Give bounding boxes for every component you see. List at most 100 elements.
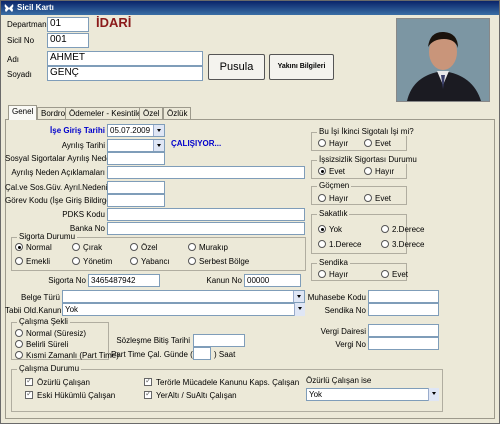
part-time-hours-input[interactable]	[193, 347, 211, 360]
departman-label: Departman	[7, 20, 47, 29]
sicil-no-input[interactable]: 001	[47, 33, 89, 48]
sakatlik-yok-radio[interactable]	[318, 225, 326, 233]
ise-giris-date-input[interactable]: 05.07.2009	[107, 124, 165, 137]
sigorta-normal-text: Normal	[26, 243, 52, 252]
sendika-legend: Sendika	[317, 258, 350, 267]
sigorta-no-label: Sigorta No	[48, 276, 86, 285]
gocmen-evet-radio[interactable]	[364, 194, 372, 202]
vergi-no-input[interactable]	[368, 337, 439, 350]
issizlik-evet-radio[interactable]	[318, 167, 326, 175]
sigorta-murakip-radio[interactable]	[188, 243, 196, 251]
issizlik-hayir-radio[interactable]	[364, 167, 372, 175]
sigorta-yonetim-text: Yönetim	[83, 257, 113, 266]
issizlik-legend: İşsizsizlik Sigortası Durumu	[317, 155, 419, 164]
sakatlik-1derece-radio[interactable]	[318, 240, 326, 248]
tab-odemeler-kesintiler[interactable]: Ödemeler - Kesintiler	[65, 107, 149, 119]
window-title: Sicil Kartı	[17, 3, 54, 12]
gocmen-legend: Göçmen	[317, 181, 352, 190]
vergi-dairesi-input[interactable]	[368, 324, 439, 337]
gorev-kodu-label: Görev Kodu (İşe Giriş Bildirge.)	[5, 196, 116, 205]
sigorta-ozel-radio[interactable]	[130, 243, 138, 251]
muhasebe-kodu-input[interactable]	[368, 290, 439, 303]
calisma-normal-radio[interactable]	[15, 329, 23, 337]
ayrilis-date-input[interactable]	[107, 139, 165, 152]
ozurlu-ise-dropdown-icon[interactable]	[428, 388, 439, 401]
pdks-kodu-input[interactable]	[107, 208, 305, 221]
tab-ozluk[interactable]: Özlük	[163, 107, 192, 119]
sakatlik-yok-text: Yok	[329, 225, 343, 234]
sigorta-yabanci-radio[interactable]	[130, 257, 138, 265]
sozlesme-bitis-label: Sözleşme Bitiş Tarihi	[116, 336, 190, 345]
muhasebe-kodu-label: Muhasebe Kodu	[307, 293, 366, 302]
calisma-belirli-text: Belirli Süreli	[26, 340, 69, 349]
calisma-kismi-radio[interactable]	[15, 351, 23, 359]
sigorta-ozel-text: Özel	[141, 243, 158, 252]
ikinci-hayir-radio[interactable]	[318, 139, 326, 147]
sakatlik-2derece-text: 2.Derece	[392, 225, 425, 234]
sigorta-yonetim-radio[interactable]	[72, 257, 80, 265]
teror-text: Terörle Mücadele Kanunu Kaps. Çalışan	[156, 378, 300, 387]
sakatlik-3derece-radio[interactable]	[381, 240, 389, 248]
sigorta-serbest-bolge-text: Serbest Bölge	[199, 257, 250, 266]
sendika-no-input[interactable]	[368, 303, 439, 316]
eski-hukumlu-checkbox[interactable]	[25, 389, 33, 399]
gocmen-hayir-radio[interactable]	[318, 194, 326, 202]
ayrilis-aciklama-input[interactable]	[107, 166, 305, 179]
sigorta-durumu-legend: Sigorta Durumu	[17, 232, 78, 241]
ayrilis-nedeni-label: Sosyal Sigortalar Ayrılış Nedeni	[5, 154, 117, 163]
ozurlu-ise-combo[interactable]: Yok	[306, 388, 439, 401]
ayrilis-tarihi-label: Ayrılış Tarihi	[61, 141, 105, 150]
sigorta-murakip-text: Murakıp	[199, 243, 228, 252]
calisma-belirli-radio[interactable]	[15, 340, 23, 348]
sigorta-no-input[interactable]: 3465487942	[88, 274, 160, 287]
sigorta-yabanci-text: Yabancı	[141, 257, 170, 266]
sigorta-emekli-radio[interactable]	[15, 257, 23, 265]
yeralti-checkbox[interactable]	[144, 389, 152, 399]
sozlesme-bitis-input[interactable]	[193, 334, 245, 347]
calisma-durumu-legend: Çalışma Durumu	[17, 364, 82, 373]
yeralti-text: YerAltı / SuAltı Çalışan	[156, 391, 237, 400]
adi-input[interactable]: AHMET	[47, 51, 203, 66]
belge-turu-combo[interactable]	[62, 290, 305, 303]
sendika-evet-radio[interactable]	[381, 270, 389, 278]
pusula-button[interactable]: Pusula	[208, 54, 265, 80]
person-photo-icon	[397, 19, 489, 101]
cal-sos-label: Çal.ve Sos.Güv. Ayrıl.Nedeni	[5, 183, 108, 192]
pdks-kodu-label: PDKS Kodu	[62, 210, 105, 219]
teror-checkbox[interactable]	[144, 376, 152, 386]
vergi-dairesi-label: Vergi Dairesi	[320, 327, 366, 336]
tab-genel[interactable]: Genel	[8, 105, 38, 120]
sakatlik-2derece-radio[interactable]	[381, 225, 389, 233]
sakatlik-legend: Sakatlık	[317, 209, 350, 218]
sendika-evet-text: Evet	[392, 270, 409, 279]
issizlik-hayir-text: Hayır	[375, 167, 395, 176]
ikinci-sigorta-legend: Bu İşi İkinci Sigotalı İşi mi?	[317, 127, 416, 136]
banka-no-input[interactable]	[107, 222, 305, 235]
ikinci-evet-radio[interactable]	[364, 139, 372, 147]
departman-input[interactable]: 01	[47, 17, 89, 32]
title-bar: Sicil Kartı	[1, 1, 499, 15]
ayrilis-nedeni-input[interactable]	[107, 152, 165, 165]
ise-giris-label: İşe Giriş Tarihi	[50, 126, 105, 135]
sigorta-cirak-radio[interactable]	[72, 243, 80, 251]
sigorta-normal-radio[interactable]	[15, 243, 23, 251]
ozurlu-calisan-checkbox[interactable]	[25, 376, 33, 386]
sicil-no-label: Sicil No	[7, 36, 35, 45]
yakini-bilgileri-button[interactable]: Yakını Bilgileri	[269, 54, 334, 80]
sigorta-emekli-text: Emekli	[26, 257, 51, 266]
kanun-no-input[interactable]: 00000	[244, 274, 301, 287]
tab-ozel[interactable]: Özel	[139, 107, 164, 119]
eski-hukumlu-text: Eski Hükümlü Çalışan	[37, 391, 116, 400]
tabii-kanun-combo[interactable]: Yok	[62, 303, 305, 316]
belge-turu-label: Belge Türü	[21, 293, 60, 302]
calisma-sekli-legend: Çalışma Şekli	[17, 317, 70, 326]
cal-sos-input[interactable]	[107, 181, 165, 194]
adi-label: Adı	[7, 55, 20, 64]
gorev-kodu-input[interactable]	[107, 194, 165, 207]
sendika-hayir-radio[interactable]	[318, 270, 326, 278]
sigorta-serbest-bolge-radio[interactable]	[188, 257, 196, 265]
ozurlu-calisan-text: Özürlü Çalışan	[37, 378, 90, 387]
calisma-kismi-text: Kısmi Zamanlı (Part Time)	[26, 351, 119, 360]
tabii-kanun-label: Tabii Old.Kanun	[5, 306, 62, 315]
soyadi-input[interactable]: GENÇ	[47, 66, 203, 81]
